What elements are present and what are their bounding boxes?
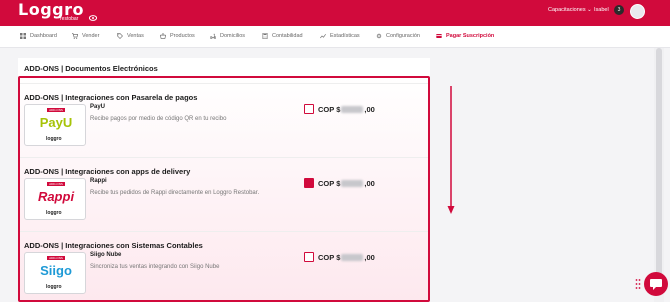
arrow-down-icon (447, 86, 455, 214)
cart-icon (72, 33, 78, 39)
nav-item-productos[interactable]: Productos (160, 33, 195, 39)
nav-item-dashboard[interactable]: Dashboard (20, 33, 57, 39)
notification-badge[interactable]: 3 (614, 5, 624, 15)
app-logo-sub: restobar (60, 16, 79, 22)
nav-label: Productos (170, 33, 195, 39)
nav-item-configuracion[interactable]: Configuración (376, 33, 420, 39)
docs-section-title: ADD-ONS | Documentos Electrónicos (24, 64, 158, 73)
dashboard-icon (20, 33, 26, 39)
nav-label: Estadísticas (330, 33, 360, 39)
nav-label: Ventas (127, 33, 144, 39)
eye-icon[interactable] (89, 15, 97, 21)
page-scrollbar-thumb[interactable] (656, 48, 662, 288)
nav-label: Vender (82, 33, 100, 39)
card-icon (436, 34, 442, 38)
nav-item-estadisticas[interactable]: Estadísticas (320, 33, 360, 39)
nav-item-pagar-suscripcion[interactable]: Pagar Suscripción (436, 33, 494, 39)
nav-label: Pagar Suscripción (446, 33, 495, 39)
scooter-icon (210, 33, 216, 39)
drag-handle-icon[interactable] (635, 278, 641, 292)
nav-item-domicilios[interactable]: Domicilios (210, 33, 245, 39)
nav-label: Domicilios (220, 33, 246, 39)
addons-panel: ADD-ONS | Documentos Electrónicos ADD-ON… (18, 58, 430, 302)
user-name[interactable]: Isabel (594, 7, 609, 13)
nav-label: Dashboard (30, 33, 57, 39)
top-header: Loggro restobar Capacitaciones ⌄ Isabel … (0, 0, 670, 26)
chart-icon (320, 33, 326, 39)
nav-item-ventas[interactable]: Ventas (117, 33, 144, 39)
chat-bubble-icon (650, 279, 662, 290)
gear-icon (376, 33, 382, 39)
capacitaciones-menu[interactable]: Capacitaciones ⌄ (548, 7, 592, 13)
highlight-frame (18, 76, 430, 302)
nav-label: Configuración (386, 33, 420, 39)
main-nav: Dashboard Vender Ventas Productos Domici… (0, 26, 670, 48)
calculator-icon (262, 33, 268, 39)
nav-item-contabilidad[interactable]: Contabilidad (262, 33, 303, 39)
tag-icon (117, 33, 123, 39)
nav-label: Contabilidad (272, 33, 303, 39)
avatar[interactable] (630, 4, 645, 19)
chat-button[interactable] (644, 272, 668, 296)
nav-item-vender[interactable]: Vender (72, 33, 99, 39)
basket-icon (160, 33, 166, 39)
